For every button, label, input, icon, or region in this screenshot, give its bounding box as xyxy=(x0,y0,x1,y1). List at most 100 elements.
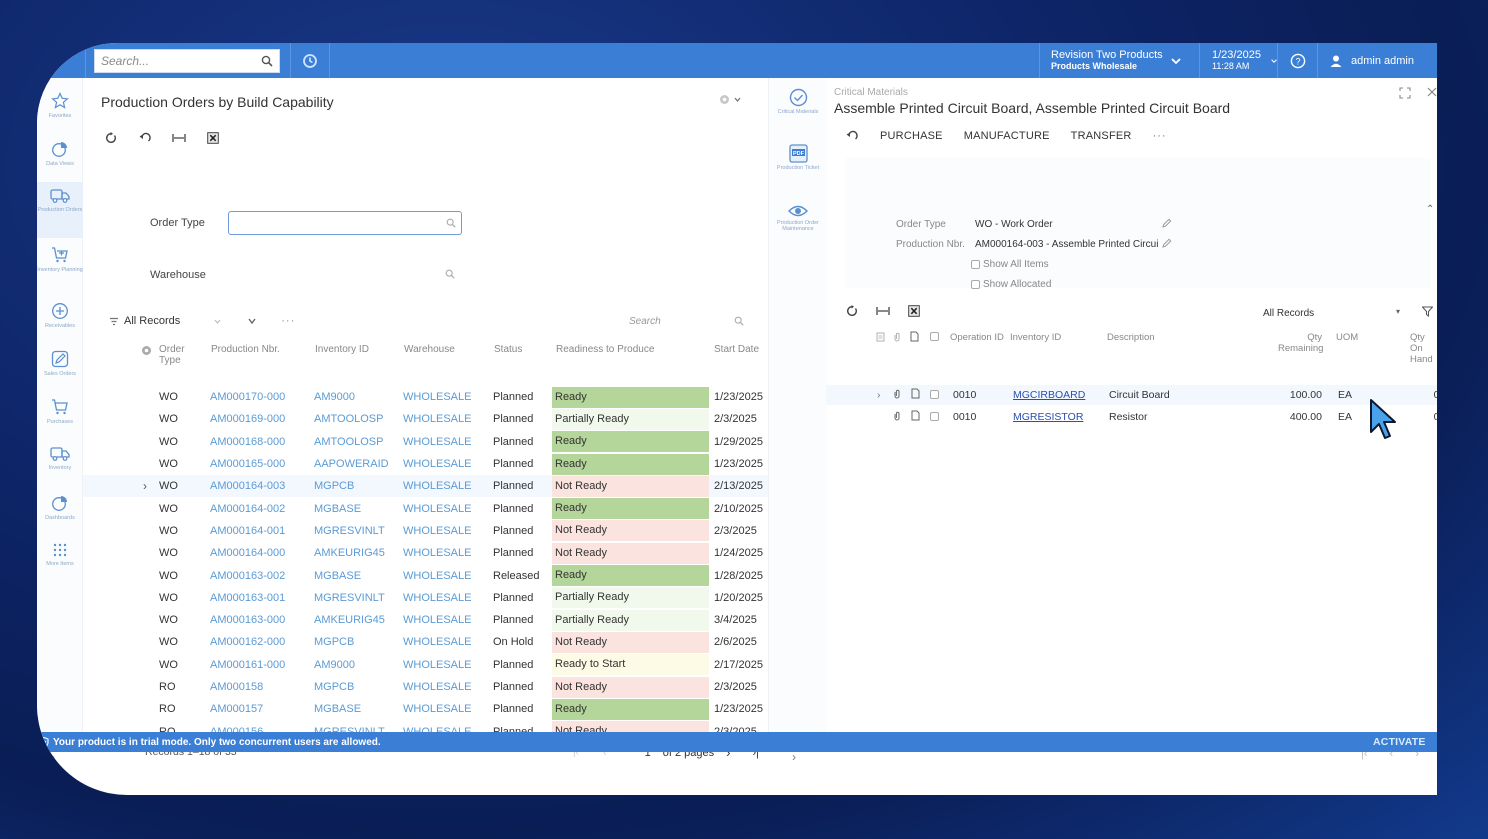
expand-row-icon[interactable]: › xyxy=(143,479,147,493)
table-row[interactable]: WO AM000169-000 AMTOOLOSP WHOLESALE Planned P… xyxy=(83,408,768,430)
screen-settings-button[interactable] xyxy=(719,94,741,105)
table-row[interactable]: WO AM000162-000 MGPCB WHOLESALE On Hold Not R… xyxy=(83,631,768,653)
undo-icon[interactable] xyxy=(846,130,859,142)
checkbox-box[interactable] xyxy=(971,280,980,289)
show-allocated-checkbox[interactable]: Show Allocated xyxy=(971,279,1051,290)
cell-inventory-id-link[interactable]: AMTOOLOSP xyxy=(314,436,383,448)
export-excel-button[interactable] xyxy=(205,130,221,146)
cell-inventory-id-link[interactable]: AMKEURIG45 xyxy=(314,547,385,559)
history-button[interactable] xyxy=(290,43,330,78)
cell-inventory-id-link[interactable]: MGBASE xyxy=(314,503,361,515)
nav-item-sales-orders[interactable]: Sales Orders xyxy=(37,344,83,392)
table-row[interactable]: WO AM000168-000 AMTOOLOSP WHOLESALE Planned R… xyxy=(83,431,768,453)
cell-warehouse-link[interactable]: WHOLESALE xyxy=(403,681,471,693)
cell-warehouse-link[interactable]: WHOLESALE xyxy=(403,592,471,604)
grid-search-input[interactable]: Search xyxy=(629,316,661,327)
nav-item-inventory-planning[interactable]: Inventory Planning xyxy=(37,240,83,288)
breadcrumb[interactable]: Critical Materials xyxy=(834,87,908,98)
col-production-nbr[interactable]: Production Nbr. xyxy=(211,344,280,355)
table-row[interactable]: WO AM000164-002 MGBASE WHOLESALE Planned Read… xyxy=(83,497,768,520)
nav-item-receivables[interactable]: Receivables xyxy=(37,296,83,344)
cell-inventory-id-link[interactable]: AMTOOLOSP xyxy=(314,413,383,425)
cell-production-nbr-link[interactable]: AM000157 xyxy=(210,703,263,715)
cell-production-nbr-link[interactable]: AM000163-002 xyxy=(210,570,285,582)
warehouse-field[interactable] xyxy=(228,264,462,284)
cell-inventory-id-link[interactable]: MGRESVINLT xyxy=(314,525,385,537)
row-checkbox[interactable] xyxy=(930,390,939,399)
cell-inventory-id-link[interactable]: AM9000 xyxy=(314,391,355,403)
company-selector[interactable]: Revision Two Products Products Wholesale xyxy=(1039,43,1199,78)
nav-item-more-items[interactable]: More Items xyxy=(37,536,83,584)
col-uom[interactable]: UOM xyxy=(1336,332,1358,343)
close-button[interactable] xyxy=(1427,85,1437,100)
order-type-value[interactable]: WO - Work Order xyxy=(975,219,1053,230)
cell-production-nbr-link[interactable]: AM000168-000 xyxy=(210,436,285,448)
cell-warehouse-link[interactable]: WHOLESALE xyxy=(403,436,471,448)
col-qty-remaining[interactable]: Qty Remaining xyxy=(1278,332,1323,354)
expand-row-icon[interactable]: › xyxy=(877,389,881,401)
nav-item-production-orders[interactable]: Production Orders xyxy=(37,182,83,238)
edit-icon[interactable] xyxy=(1162,218,1172,228)
cell-inventory-id-link[interactable]: MGCIRBOARD xyxy=(1013,389,1085,401)
table-row[interactable]: › WO AM000164-003 MGPCB WHOLESALE Planned Not … xyxy=(83,475,768,498)
col-start-date[interactable]: Start Date xyxy=(714,344,759,355)
cell-warehouse-link[interactable]: WHOLESALE xyxy=(403,659,471,671)
excel-icon[interactable] xyxy=(908,305,920,317)
cell-inventory-id-link[interactable]: AMKEURIG45 xyxy=(314,614,385,626)
col-order-type[interactable]: Order Type xyxy=(159,344,199,366)
cell-production-nbr-link[interactable]: AM000164-002 xyxy=(210,503,285,515)
cell-warehouse-link[interactable]: WHOLESALE xyxy=(403,570,471,582)
cell-inventory-id-link[interactable]: MGRESVINLT xyxy=(314,592,385,604)
attachment-icon[interactable] xyxy=(893,389,901,402)
search-icon[interactable] xyxy=(446,218,456,228)
table-row[interactable]: RO AM000158 MGPCB WHOLESALE Planned Not Ready… xyxy=(83,676,768,698)
cell-inventory-id-link[interactable]: MGPCB xyxy=(314,681,354,693)
undo-button[interactable] xyxy=(137,130,153,146)
manufacture-button[interactable]: MANUFACTURE xyxy=(964,130,1050,142)
cell-production-nbr-link[interactable]: AM000163-000 xyxy=(210,614,285,626)
fit-width-icon[interactable] xyxy=(876,305,890,317)
more-actions-button[interactable]: ··· xyxy=(281,315,295,327)
nav-item-data-views[interactable]: Data Views xyxy=(37,134,83,182)
activate-button[interactable]: ACTIVATE xyxy=(1373,736,1426,748)
cell-warehouse-link[interactable]: WHOLESALE xyxy=(403,458,471,470)
cell-production-nbr-link[interactable]: AM000163-001 xyxy=(210,592,285,604)
order-type-field[interactable] xyxy=(228,211,462,235)
more-actions-button[interactable]: ··· xyxy=(1153,130,1167,142)
nav-item-favorites[interactable]: Favorites xyxy=(37,86,83,134)
table-row[interactable]: WO AM000161-000 AM9000 WHOLESALE Planned Read… xyxy=(83,654,768,676)
cell-warehouse-link[interactable]: WHOLESALE xyxy=(403,547,471,559)
production-nbr-value[interactable]: AM000164-003 - Assemble Printed Circui xyxy=(975,239,1158,250)
chevron-down-icon[interactable]: ▾ xyxy=(1396,307,1400,316)
cell-inventory-id-link[interactable]: MGRESISTOR xyxy=(1013,411,1083,423)
cell-warehouse-link[interactable]: WHOLESALE xyxy=(403,480,471,492)
cell-warehouse-link[interactable]: WHOLESALE xyxy=(403,614,471,626)
chevron-down-icon[interactable] xyxy=(214,319,221,324)
column-settings-icon[interactable] xyxy=(141,345,152,356)
cell-inventory-id-link[interactable]: MGBASE xyxy=(314,570,361,582)
col-qty-on-hand[interactable]: Qty On Hand xyxy=(1410,332,1437,365)
checkbox-box[interactable] xyxy=(971,260,980,269)
search-icon[interactable] xyxy=(445,269,455,279)
business-date-selector[interactable]: 1/23/2025 11:28 AM xyxy=(1199,43,1277,78)
cell-inventory-id-link[interactable]: AM9000 xyxy=(314,659,355,671)
cell-warehouse-link[interactable]: WHOLESALE xyxy=(403,525,471,537)
table-row[interactable]: 0010 MGRESISTOR Resistor 400.00 EA 0.00 xyxy=(826,407,1437,427)
purchase-button[interactable]: PURCHASE xyxy=(880,130,943,142)
select-all-checkbox[interactable] xyxy=(930,332,939,341)
nav-item-dashboards[interactable]: Dashboards xyxy=(37,488,83,536)
table-row[interactable]: WO AM000164-001 MGRESVINLT WHOLESALE Planned… xyxy=(83,520,768,542)
cell-warehouse-link[interactable]: WHOLESALE xyxy=(403,703,471,715)
sidebar-critical-materials[interactable]: Critical Materials xyxy=(769,88,827,115)
cell-production-nbr-link[interactable]: AM000164-003 xyxy=(210,480,285,492)
nav-item-purchases[interactable]: Purchases xyxy=(37,392,83,440)
view-selector[interactable]: All Records xyxy=(109,315,180,327)
table-row[interactable]: WO AM000163-002 MGBASE WHOLESALE Released Rea… xyxy=(83,564,768,587)
edit-icon[interactable] xyxy=(1162,238,1172,248)
table-row[interactable]: WO AM000170-000 AM9000 WHOLESALE Planned Read… xyxy=(83,386,768,408)
order-type-input[interactable] xyxy=(234,217,414,229)
user-menu[interactable]: admin admin xyxy=(1317,43,1437,78)
table-row[interactable]: RO AM000157 MGBASE WHOLESALE Planned Ready 1/2… xyxy=(83,698,768,720)
global-search-input[interactable]: Search... xyxy=(94,48,280,73)
maximize-button[interactable] xyxy=(1399,87,1411,102)
